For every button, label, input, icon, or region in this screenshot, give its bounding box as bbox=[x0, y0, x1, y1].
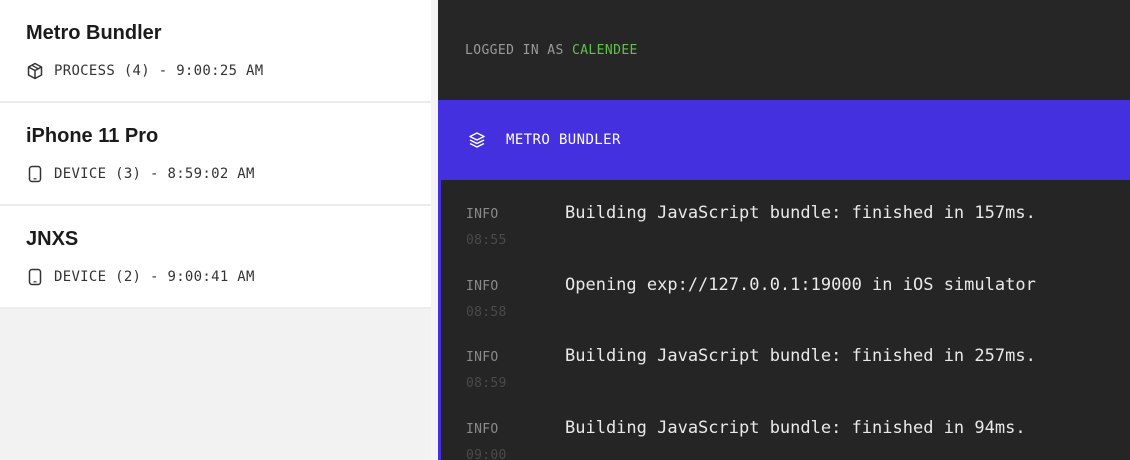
source-banner: METRO BUNDLER bbox=[438, 100, 1130, 180]
source-banner-label: METRO BUNDLER bbox=[506, 132, 621, 148]
log-time: 08:58 bbox=[466, 305, 507, 320]
layers-icon bbox=[468, 131, 486, 149]
source-item-title: iPhone 11 Pro bbox=[26, 125, 159, 147]
source-item-meta: DEVICE (3) - 8:59:02 AM bbox=[26, 165, 255, 183]
source-item-meta-text: PROCESS (4) - 9:00:25 AM bbox=[54, 63, 264, 79]
log-time: 08:59 bbox=[466, 376, 507, 391]
source-item-jnxs[interactable]: JNXS DEVICE (2) - 9:00:41 AM bbox=[0, 206, 431, 309]
log-entry: INFO 08:55 Building JavaScript bundle: f… bbox=[438, 180, 1130, 252]
log-level: INFO bbox=[466, 207, 499, 222]
source-item-title: JNXS bbox=[26, 228, 79, 250]
log-entry: INFO 08:59 Building JavaScript bundle: f… bbox=[438, 323, 1130, 395]
source-item-iphone-11-pro[interactable]: iPhone 11 Pro DEVICE (3) - 8:59:02 AM bbox=[0, 103, 431, 206]
log-level: INFO bbox=[466, 279, 499, 294]
cube-icon bbox=[26, 62, 44, 80]
sidebar: Metro Bundler PROCESS (4) - 9:00:25 AM i… bbox=[0, 0, 431, 460]
log-level: INFO bbox=[466, 350, 499, 365]
log-level: INFO bbox=[466, 422, 499, 437]
log-entry: INFO 08:58 Opening exp://127.0.0.1:19000… bbox=[438, 252, 1130, 324]
log-message: Building JavaScript bundle: finished in … bbox=[565, 418, 1026, 438]
source-item-title: Metro Bundler bbox=[26, 22, 162, 44]
source-item-metro-bundler[interactable]: Metro Bundler PROCESS (4) - 9:00:25 AM bbox=[0, 0, 431, 103]
log-time: 09:00 bbox=[466, 448, 507, 460]
log-message: Building JavaScript bundle: finished in … bbox=[565, 203, 1036, 223]
log-message: Opening exp://127.0.0.1:19000 in iOS sim… bbox=[565, 275, 1036, 295]
source-item-meta-text: DEVICE (3) - 8:59:02 AM bbox=[54, 166, 255, 182]
source-item-meta-text: DEVICE (2) - 9:00:41 AM bbox=[54, 269, 255, 285]
source-item-meta: PROCESS (4) - 9:00:25 AM bbox=[26, 62, 264, 80]
logged-in-status: LOGGED IN AS CALENDEE bbox=[465, 43, 638, 58]
log-message: Building JavaScript bundle: finished in … bbox=[565, 346, 1036, 366]
logged-in-label: LOGGED IN AS bbox=[465, 43, 564, 58]
log-time: 08:55 bbox=[466, 233, 507, 248]
log-panel-header: LOGGED IN AS CALENDEE bbox=[438, 0, 1130, 100]
log-panel: LOGGED IN AS CALENDEE METRO BUNDLER INFO… bbox=[438, 0, 1130, 460]
username: CALENDEE bbox=[571, 43, 638, 58]
log-entry: INFO 09:00 Building JavaScript bundle: f… bbox=[438, 395, 1130, 460]
phone-icon bbox=[26, 165, 44, 183]
log-list[interactable]: INFO 08:55 Building JavaScript bundle: f… bbox=[438, 180, 1130, 460]
phone-icon bbox=[26, 268, 44, 286]
source-item-meta: DEVICE (2) - 9:00:41 AM bbox=[26, 268, 255, 286]
